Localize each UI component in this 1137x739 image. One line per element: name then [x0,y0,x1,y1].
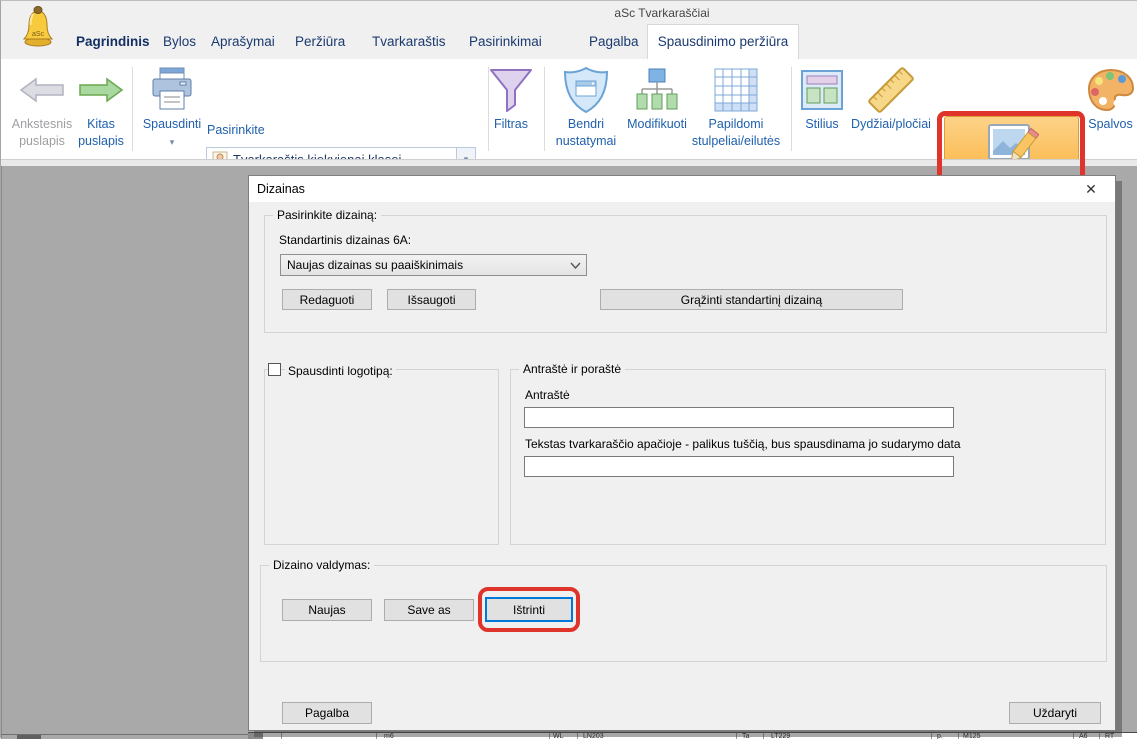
ruler-icon [848,65,934,115]
sizes-widths-button[interactable]: Dydžiai/pločiai [848,59,934,159]
timetable-cell-text: LT229 [771,733,790,739]
colors-label: Spalvos [1083,116,1137,133]
ribbon-separator [132,67,133,151]
window-titlebar: aSc Tvarkaraščiai [1,1,1137,25]
shield-settings-icon [550,65,622,115]
header-footer-group-label: Antraštė ir poraštė [519,362,625,376]
asc-bell-logo-icon[interactable]: aSc [21,5,55,52]
timetable-cell-text: M125 [963,733,981,739]
style-label: Stilius [797,116,847,133]
close-button[interactable]: Uždaryti [1009,702,1101,724]
chevron-down-icon [564,262,586,269]
tab-bylos[interactable]: Bylos [163,25,196,59]
select-design-group-label: Pasirinkite dizainą: [273,208,381,222]
design-select-value: Naujas dizainas su paaiškinimais [281,258,564,272]
header-label: Antraštė [525,388,570,402]
previous-page-label: Ankstesnis puslapis [9,116,75,150]
extra-columns-label: Papildomi stulpeliai/eilutės [685,116,787,150]
select-report-label: Pasirinkite [207,123,265,137]
colors-button[interactable]: Spalvos [1083,59,1137,159]
standard-design-label: Standartinis dizainas 6A: [279,233,411,247]
previous-page-button[interactable]: Ankstesnis puslapis [9,59,75,159]
ribbon-separator [791,67,792,151]
preview-edge-block [17,735,41,739]
tab-perziura[interactable]: Peržiūra [295,25,345,59]
print-logo-checkbox[interactable] [268,363,281,376]
dialog-title: Dizainas [257,182,305,196]
filter-funnel-icon [483,65,539,115]
timetable-cell-text: RT [1105,733,1114,739]
print-button[interactable]: Spausdinti ▾ [140,59,204,159]
footer-label: Tekstas tvarkaraščio apačioje - palikus … [525,437,961,451]
tab-pagalba[interactable]: Pagalba [589,25,639,59]
palette-icon [1083,65,1137,115]
edit-button[interactable]: Redaguoti [282,289,372,310]
new-button[interactable]: Naujas [282,599,372,621]
tab-pasirinkimai[interactable]: Pasirinkimai [469,25,542,59]
save-as-button[interactable]: Save as [384,599,474,621]
design-dialog: Dizainas ✕ Pasirinkite dizainą: Standart… [248,175,1116,731]
timetable-cell-text: WL [553,733,564,739]
dialog-close-icon[interactable]: ✕ [1079,179,1103,199]
timetable-cell-text: p. [937,733,943,739]
arrow-left-icon [9,65,75,115]
window-title: aSc Tvarkaraščiai [562,6,762,20]
style-window-icon [797,65,847,115]
restore-standard-design-button[interactable]: Grąžinti standartinį dizainą [600,289,903,310]
general-settings-label: Bendri nustatymai [550,116,622,150]
design-management-group-label: Dizaino valdymas: [269,558,374,572]
footer-input[interactable] [524,456,954,477]
table-grid-icon [685,65,787,115]
ribbon-separator [544,67,545,151]
paper-cell-shaded [248,733,263,739]
next-page-button[interactable]: Kitas puslapis [74,59,128,159]
printer-icon [140,65,204,115]
ribbon-toolbar: Ankstesnis puslapis Kitas puslapis Spaus… [1,59,1137,159]
header-input[interactable] [524,407,954,428]
design-select[interactable]: Naujas dizainas su paaiškinimais [280,254,587,276]
save-button[interactable]: Išsaugoti [387,289,476,310]
timetable-cell-text: LN203 [583,733,604,739]
extra-columns-button[interactable]: Papildomi stulpeliai/eilutės [685,59,787,159]
tab-aprasymai[interactable]: Aprašymai [211,25,275,59]
print-logo-group [264,369,499,545]
tab-spausdinimo-perziura[interactable]: Spausdinimo peržiūra [647,24,799,59]
tab-pagrindinis[interactable]: Pagrindinis [76,25,150,59]
arrow-right-icon [74,65,128,115]
general-settings-button[interactable]: Bendri nustatymai [550,59,622,159]
svg-text:aSc: aSc [32,31,45,38]
print-label: Spausdinti [140,116,204,133]
next-page-label: Kitas puslapis [74,116,128,150]
dialog-titlebar[interactable]: Dizainas ✕ [249,176,1115,202]
print-dropdown-caret-icon[interactable]: ▾ [140,137,204,148]
ribbon-tab-bar: Pagrindinis Bylos Aprašymai Peržiūra Tva… [1,25,1137,59]
filter-button[interactable]: Filtras [483,59,539,159]
help-button[interactable]: Pagalba [282,702,372,724]
filter-label: Filtras [483,116,539,133]
sizes-widths-label: Dydžiai/pločiai [848,116,934,133]
tab-tvarkarastis[interactable]: Tvarkaraštis [372,25,446,59]
delete-annotation-highlight [478,587,580,632]
print-logo-label: Spausdinti logotipą: [285,364,396,378]
style-button[interactable]: Stilius [797,59,847,159]
timetable-cell-text: A6 [1079,733,1088,739]
timetable-cell-text: Ta [742,733,749,739]
timetable-cell-text: m6 [384,733,394,739]
